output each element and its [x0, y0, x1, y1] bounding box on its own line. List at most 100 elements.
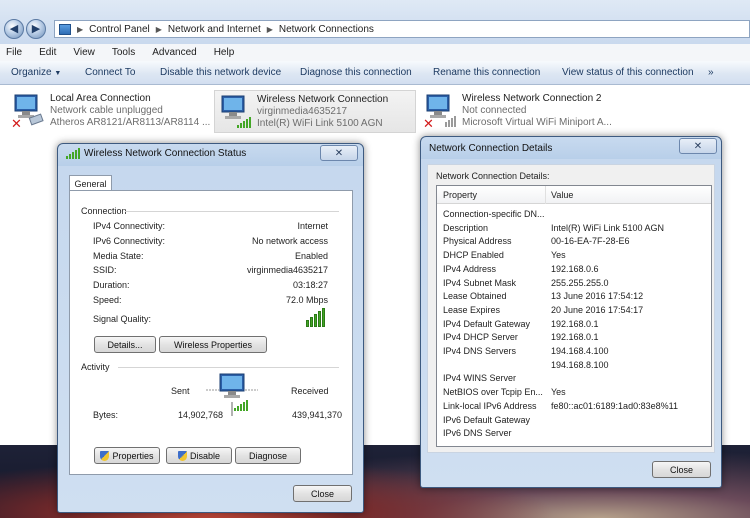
details-button[interactable]: Details...: [94, 336, 156, 353]
details-value: 13 June 2016 17:54:12: [551, 291, 644, 302]
details-row[interactable]: 194.168.8.100: [437, 359, 711, 373]
menu-bar: File Edit View Tools Advanced Help: [0, 44, 750, 61]
activity-group-title: Activity: [81, 362, 110, 372]
column-divider[interactable]: [545, 186, 546, 204]
row-value: Internet: [297, 221, 328, 231]
details-caption: Network Connection Details:: [436, 171, 550, 181]
breadcrumb-chevron-icon: ▶: [155, 24, 162, 34]
rename-connection-button[interactable]: Rename this connection: [433, 67, 540, 78]
media-state-row: Media State: Enabled: [70, 251, 354, 265]
address-field[interactable]: ▶ Control Panel ▶ Network and Internet ▶…: [54, 20, 750, 38]
details-property: IPv4 DNS Servers: [443, 346, 517, 356]
menu-edit[interactable]: Edit: [39, 47, 56, 58]
menu-view[interactable]: View: [73, 47, 95, 58]
details-value: Yes: [551, 250, 566, 261]
status-dialog-title: Wireless Network Connection Status: [84, 148, 247, 159]
menu-advanced[interactable]: Advanced: [152, 47, 196, 58]
connection-status: Not connected: [462, 105, 527, 116]
row-value: Enabled: [294, 251, 328, 261]
dropdown-arrow-icon: ▼: [54, 70, 62, 77]
details-property: IPv6 DNS Server: [443, 428, 512, 439]
details-dialog-title: Network Connection Details: [429, 143, 553, 154]
status-dialog-close-icon[interactable]: ✕: [320, 145, 358, 161]
group-divider: [125, 211, 339, 212]
status-dialog: Wireless Network Connection Status ✕ Gen…: [57, 143, 364, 513]
disable-device-button[interactable]: Disable this network device: [160, 67, 281, 78]
details-row[interactable]: IPv6 Default Gateway: [437, 414, 711, 428]
tab-general[interactable]: General: [69, 175, 112, 191]
details-row[interactable]: Description Intel(R) WiFi Link 5100 AGN: [437, 222, 711, 236]
details-row[interactable]: IPv4 DNS Servers 194.168.4.100: [437, 345, 711, 359]
connect-to-button[interactable]: Connect To: [85, 67, 135, 78]
details-panel: Network Connection Details: Property Val…: [427, 164, 715, 453]
details-dialog-close-icon[interactable]: ✕: [679, 138, 717, 154]
details-row[interactable]: IPv4 DHCP Server 192.168.0.1: [437, 331, 711, 345]
diagnose-button[interactable]: Diagnose: [235, 447, 301, 464]
back-button[interactable]: ◀: [4, 19, 24, 39]
column-header-property[interactable]: Property: [443, 190, 477, 200]
details-value: fe80::ac01:6189:1ad0:83e8%11: [551, 400, 678, 411]
wireless-properties-button[interactable]: Wireless Properties: [159, 336, 267, 353]
column-header-value[interactable]: Value: [551, 190, 573, 200]
menu-help[interactable]: Help: [214, 47, 235, 58]
details-row[interactable]: Lease Obtained 13 June 2016 17:54:12: [437, 290, 711, 304]
connection-wireless-2[interactable]: ✕ Wireless Network Connection 2 Not conn…: [420, 90, 630, 133]
connection-device: Microsoft Virtual WiFi Miniport A...: [462, 117, 612, 128]
menu-file[interactable]: File: [6, 47, 22, 58]
details-row[interactable]: IPv4 Address 192.168.0.6: [437, 263, 711, 277]
more-commands-button[interactable]: »: [708, 67, 714, 78]
breadcrumb-chevron-icon: ▶: [266, 24, 273, 34]
details-row[interactable]: Lease Expires 20 June 2016 17:54:17: [437, 304, 711, 318]
details-value: 255.255.255.0: [551, 277, 609, 288]
details-close-button[interactable]: Close: [652, 461, 711, 478]
connection-status: Network cable unplugged: [50, 105, 163, 116]
menu-tools[interactable]: Tools: [112, 47, 135, 58]
view-status-button[interactable]: View status of this connection: [562, 67, 694, 78]
details-property: IPv4 WINS Server: [443, 373, 517, 384]
connection-name: Local Area Connection: [50, 93, 151, 104]
details-row[interactable]: Link-local IPv6 Address fe80::ac01:6189:1…: [437, 400, 711, 414]
control-panel-icon: [59, 23, 71, 35]
details-property: IPv6 Default Gateway: [443, 414, 531, 425]
row-label: SSID:: [93, 265, 117, 275]
details-list[interactable]: Property Value Connection-specific DN...…: [436, 185, 712, 447]
details-value: 194.168.8.100: [551, 359, 609, 370]
breadcrumb-network-connections[interactable]: Network Connections: [279, 24, 374, 35]
forward-button[interactable]: ▶: [26, 19, 46, 39]
wireless-computer-icon: [217, 93, 253, 131]
breadcrumb-network-and-internet[interactable]: Network and Internet: [168, 24, 261, 35]
details-value: Yes: [551, 387, 566, 398]
row-label: Speed:: [93, 295, 122, 305]
signal-bars-icon: [66, 148, 80, 159]
ipv6-connectivity-row: IPv6 Connectivity: No network access: [70, 236, 354, 250]
connection-device: Atheros AR8121/AR8113/AR8114 ...: [50, 117, 211, 128]
details-property: Lease Expires: [443, 304, 501, 315]
details-row[interactable]: NetBIOS over Tcpip En... Yes: [437, 386, 711, 400]
details-row[interactable]: Connection-specific DN...: [437, 208, 711, 222]
details-property: DHCP Enabled: [443, 250, 504, 261]
details-property: IPv4 Subnet Mask: [443, 277, 517, 288]
details-value: 00-16-EA-7F-28-E6: [551, 236, 630, 247]
connection-device: Intel(R) WiFi Link 5100 AGN: [257, 118, 383, 129]
diagnose-connection-button[interactable]: Diagnose this connection: [300, 67, 412, 78]
row-label: Media State:: [93, 251, 144, 261]
connection-wireless[interactable]: Wireless Network Connection virginmedia4…: [214, 90, 416, 133]
sent-label: Sent: [171, 386, 190, 396]
details-property: Connection-specific DN...: [443, 209, 545, 219]
details-row[interactable]: IPv4 Default Gateway 192.168.0.1: [437, 318, 711, 332]
breadcrumb-control-panel[interactable]: Control Panel: [89, 24, 150, 35]
details-row[interactable]: IPv6 DNS Server: [437, 427, 711, 441]
organize-label: Organize: [11, 67, 52, 78]
connection-group-title: Connection: [81, 206, 127, 216]
duration-row: Duration: 03:18:27: [70, 280, 354, 294]
properties-button[interactable]: Properties: [94, 447, 160, 464]
details-row[interactable]: IPv4 WINS Server: [437, 372, 711, 386]
disable-button[interactable]: Disable: [166, 447, 232, 464]
details-row[interactable]: Physical Address 00-16-EA-7F-28-E6: [437, 235, 711, 249]
details-value: 20 June 2016 17:54:17: [551, 304, 644, 315]
organize-button[interactable]: Organize ▼: [11, 67, 61, 78]
details-row[interactable]: DHCP Enabled Yes: [437, 249, 711, 263]
details-row[interactable]: IPv4 Subnet Mask 255.255.255.0: [437, 277, 711, 291]
status-close-button[interactable]: Close: [293, 485, 352, 502]
connection-local-area[interactable]: ✕ Local Area Connection Network cable un…: [8, 90, 210, 133]
